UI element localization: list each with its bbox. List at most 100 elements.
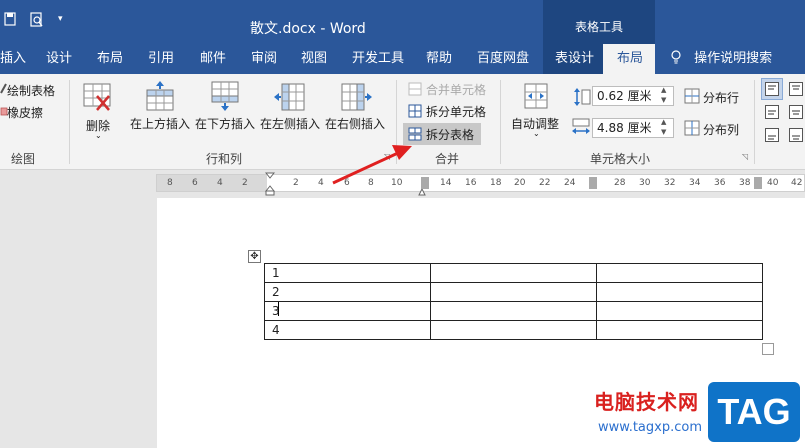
print-preview-icon[interactable] [30,12,44,32]
table-cell[interactable]: 2 [264,282,431,302]
align-icon[interactable] [789,82,803,99]
ruler-number: 32 [664,178,676,188]
customize-qat-icon[interactable]: ▾ [58,12,63,32]
width-down-icon[interactable]: ▼ [661,128,666,136]
table-cell[interactable] [430,263,597,283]
split-cells-icon [408,104,422,121]
ruler-number: 8 [368,178,374,188]
table-column-marker[interactable] [421,177,429,189]
split-cells-button[interactable]: 拆分单元格 [426,103,486,120]
align-icon[interactable] [789,128,803,145]
distribute-rows-button[interactable]: 分布行 [703,89,739,106]
ruler-number: 8 [167,178,173,188]
draw-table-button[interactable]: 绘制表格 [7,82,55,99]
table-cell[interactable] [596,320,763,340]
cell-size-dialog-launcher[interactable]: ◹ [742,152,748,161]
autofit-dropdown-icon[interactable]: ⌄ [533,129,540,138]
rows-cols-group-label: 行和列 [206,152,243,166]
tab-developer[interactable]: 开发工具 [352,44,404,74]
ruler-number: 38 [739,178,751,188]
ruler-number: 2 [242,178,248,188]
horizontal-ruler[interactable]: 8 6 4 2 2 4 6 8 10 14 16 18 20 22 24 28 … [156,172,805,196]
eraser-button[interactable]: 橡皮擦 [7,104,43,121]
height-down-icon[interactable]: ▼ [661,96,666,104]
tab-design[interactable]: 设计 [46,44,72,74]
ruler-number: 36 [714,178,726,188]
table-resize-handle[interactable] [762,343,774,355]
tell-me-search[interactable]: 操作说明搜索 [670,44,772,74]
ruler-number: 10 [391,178,403,188]
table-cell[interactable] [430,282,597,302]
watermark-site-name: 电脑技术网 [594,390,699,414]
tell-me-label: 操作说明搜索 [694,51,773,66]
group-separator [396,80,397,164]
insert-above-button[interactable]: 在上方插入 [130,115,190,132]
table-cell[interactable]: 3 [264,301,431,321]
ruler-number: 4 [318,178,324,188]
rows-cols-dialog-launcher[interactable]: ◹ [384,152,390,161]
table-cell[interactable] [596,263,763,283]
table-cell[interactable] [596,282,763,302]
table-cell[interactable]: 1 [264,263,431,283]
autofit-icon [522,81,550,114]
tab-layout[interactable]: 布局 [97,44,123,74]
document-title: 散文.docx - Word [250,21,366,37]
align-icon[interactable] [765,82,779,99]
ruler-number: 14 [440,178,452,188]
ruler-bar: 8 6 4 2 2 4 6 8 10 14 16 18 20 22 24 28 … [0,170,805,198]
height-up-icon[interactable]: ▲ [661,86,666,94]
lightbulb-icon [670,50,686,66]
tab-mailings[interactable]: 邮件 [200,44,226,74]
ribbon: 绘制表格 橡皮擦 绘图 删除 ⌄ 在上方插入 在下方插入 在左侧插入 在右侧插入… [0,74,805,170]
tab-baidu-netdisk[interactable]: 百度网盘 [477,44,529,74]
tab-table-layout[interactable]: 布局 [603,44,655,74]
contextual-group: 表格工具 [543,0,655,44]
tab-review[interactable]: 审阅 [251,44,277,74]
tab-view[interactable]: 视图 [301,44,327,74]
width-icon [571,118,591,139]
distribute-cols-button[interactable]: 分布列 [703,121,739,138]
tab-insert[interactable]: 插入 [0,44,26,74]
tab-references[interactable]: 引用 [148,44,174,74]
tab-help[interactable]: 帮助 [426,44,452,74]
document-left-margin-area [0,198,157,448]
quick-access-toolbar: ▾ [0,12,63,32]
merge-cells-icon [408,82,422,99]
title-bar: ▾ 散文.docx - Word 表格工具 [0,0,805,44]
table-cell[interactable] [430,301,597,321]
ruler-number: 6 [344,178,350,188]
tab-table-design[interactable]: 表设计 [543,44,603,74]
insert-left-button[interactable]: 在左侧插入 [260,115,320,132]
align-icon[interactable] [765,128,779,145]
table-cell[interactable] [596,301,763,321]
insert-below-button[interactable]: 在下方插入 [195,115,255,132]
insert-right-button[interactable]: 在右侧插入 [325,115,385,132]
align-icon[interactable] [765,105,779,122]
split-table-button[interactable]: 拆分表格 [426,126,474,143]
save-icon[interactable] [4,12,16,32]
cell-size-group-label: 单元格大小 [590,152,651,166]
split-table-icon [408,127,422,144]
group-separator [69,80,70,164]
table-column-marker[interactable] [589,177,597,189]
watermark-tag-logo: TAG [708,382,800,442]
insert-left-icon [274,82,306,115]
delete-dropdown-icon[interactable]: ⌄ [95,131,102,140]
group-separator [754,80,755,164]
table-cell[interactable] [430,320,597,340]
document-table[interactable]: 1 2 3 4 [264,263,763,340]
width-up-icon[interactable]: ▲ [661,118,666,126]
ruler-number: 28 [614,178,626,188]
table-cell[interactable]: 4 [264,320,431,340]
ruler-number: 4 [217,178,223,188]
table-move-icon[interactable]: ✥ [248,250,261,263]
align-icon[interactable] [789,105,803,122]
indent-marker-icon[interactable] [264,172,276,196]
table-delete-icon[interactable] [82,82,114,115]
table-row: 4 [264,320,763,340]
merge-cells-button[interactable]: 合并单元格 [426,81,486,98]
table-column-marker[interactable] [754,177,762,189]
table-row: 1 [264,263,763,283]
contextual-group-label: 表格工具 [574,20,623,34]
insert-below-icon [210,80,240,115]
